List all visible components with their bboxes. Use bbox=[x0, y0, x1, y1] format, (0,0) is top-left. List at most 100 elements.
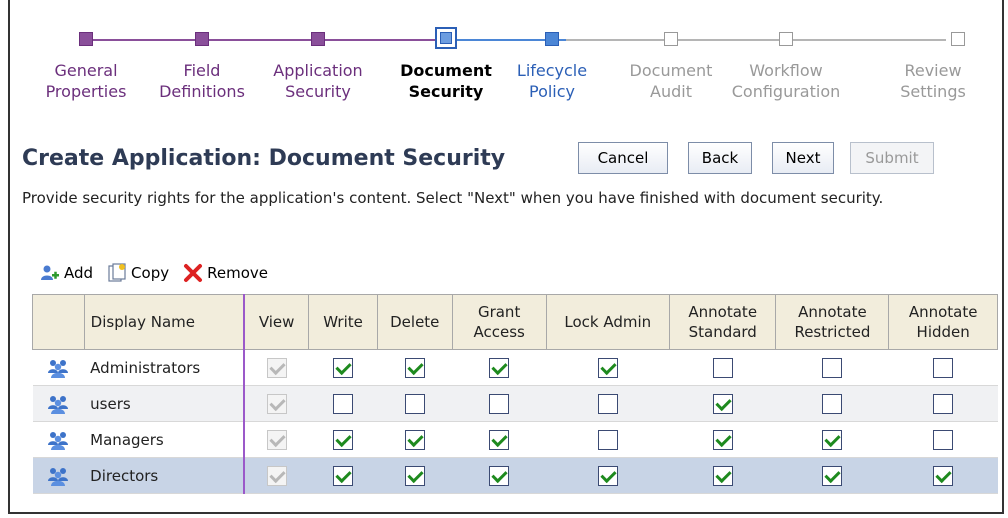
train-stop-label: Application Security bbox=[273, 61, 363, 101]
train-stop-label: Review Settings bbox=[900, 61, 966, 101]
permission-checkbox[interactable] bbox=[597, 465, 618, 486]
add-button[interactable]: Add bbox=[40, 263, 93, 283]
permission-cell bbox=[888, 421, 998, 458]
table-toolbar: Add Copy Remove bbox=[40, 262, 282, 284]
permission-checkbox[interactable] bbox=[933, 429, 954, 450]
table-row[interactable]: Managers bbox=[32, 421, 998, 458]
group-icon-cell bbox=[32, 457, 85, 494]
permission-checkbox bbox=[266, 429, 287, 450]
column-header-annotate-restricted[interactable]: Annotate Restricted bbox=[775, 294, 890, 350]
group-icon-cell bbox=[32, 349, 85, 386]
user-group-icon bbox=[48, 467, 69, 486]
permission-cell bbox=[308, 421, 378, 458]
permissions-table: Display Name View Write Delete Grant Acc… bbox=[32, 294, 998, 494]
column-header-grant-access[interactable]: Grant Access bbox=[451, 294, 547, 350]
permission-checkbox[interactable] bbox=[712, 429, 733, 450]
permission-checkbox[interactable] bbox=[597, 393, 618, 414]
permission-checkbox bbox=[266, 465, 287, 486]
display-name-cell: Directors bbox=[84, 457, 244, 494]
permission-checkbox[interactable] bbox=[404, 429, 425, 450]
train-stop-label: Workflow Configuration bbox=[731, 61, 841, 101]
table-row[interactable]: Administrators bbox=[32, 349, 998, 386]
permission-cell bbox=[377, 385, 453, 422]
permission-checkbox[interactable] bbox=[597, 429, 618, 450]
table-row[interactable]: users bbox=[32, 385, 998, 422]
permission-cell bbox=[775, 457, 889, 494]
permission-checkbox bbox=[266, 393, 287, 414]
permission-cell bbox=[669, 421, 776, 458]
permission-checkbox[interactable] bbox=[333, 465, 354, 486]
permission-checkbox[interactable] bbox=[489, 357, 510, 378]
user-group-icon bbox=[48, 359, 69, 378]
remove-x-icon bbox=[184, 264, 203, 282]
permission-cell bbox=[377, 421, 453, 458]
column-header-view[interactable]: View bbox=[242, 294, 310, 350]
cancel-button[interactable]: Cancel bbox=[578, 142, 668, 174]
page-title: Create Application: Document Security bbox=[22, 146, 506, 171]
permission-checkbox[interactable] bbox=[333, 357, 354, 378]
permission-cell bbox=[377, 349, 453, 386]
permission-cell bbox=[452, 385, 547, 422]
column-header-delete[interactable]: Delete bbox=[376, 294, 453, 350]
permission-checkbox[interactable] bbox=[489, 393, 510, 414]
train-marker-icon bbox=[664, 32, 678, 46]
column-header-annotate-standard[interactable]: Annotate Standard bbox=[668, 294, 777, 350]
permission-cell bbox=[242, 349, 309, 386]
permission-cell bbox=[546, 457, 670, 494]
remove-button[interactable]: Remove bbox=[183, 263, 268, 283]
train-marker-icon bbox=[545, 32, 559, 46]
display-name-cell: users bbox=[84, 385, 244, 422]
permission-checkbox[interactable] bbox=[597, 357, 618, 378]
permission-checkbox[interactable] bbox=[822, 393, 843, 414]
column-header-annotate-hidden[interactable]: Annotate Hidden bbox=[888, 294, 998, 350]
train-stop-label: General Properties bbox=[45, 61, 127, 101]
permission-checkbox[interactable] bbox=[404, 465, 425, 486]
permission-checkbox[interactable] bbox=[822, 429, 843, 450]
table-row[interactable]: Directors bbox=[32, 457, 998, 494]
permission-checkbox bbox=[266, 357, 287, 378]
train-stop-label: Document Security bbox=[400, 61, 492, 101]
permission-checkbox[interactable] bbox=[404, 393, 425, 414]
column-header-lock-admin[interactable]: Lock Admin bbox=[545, 294, 670, 350]
permission-checkbox[interactable] bbox=[404, 357, 425, 378]
permission-checkbox[interactable] bbox=[933, 357, 954, 378]
permission-cell bbox=[377, 457, 453, 494]
train-marker-icon bbox=[79, 32, 93, 46]
permission-checkbox[interactable] bbox=[822, 357, 843, 378]
column-header-display-name[interactable]: Display Name bbox=[83, 294, 245, 350]
add-user-icon bbox=[41, 265, 59, 280]
permission-cell bbox=[452, 421, 547, 458]
permission-cell bbox=[546, 421, 670, 458]
permission-cell bbox=[669, 385, 776, 422]
copy-label: Copy bbox=[131, 264, 170, 282]
permission-cell bbox=[452, 457, 547, 494]
permission-checkbox[interactable] bbox=[489, 429, 510, 450]
permission-checkbox[interactable] bbox=[933, 393, 954, 414]
column-header-write[interactable]: Write bbox=[308, 294, 378, 350]
back-button[interactable]: Back bbox=[688, 142, 752, 174]
permission-cell bbox=[669, 457, 776, 494]
permission-checkbox[interactable] bbox=[933, 465, 954, 486]
permission-cell bbox=[546, 349, 670, 386]
icon-column-header bbox=[32, 294, 85, 350]
table-header-row: Display Name View Write Delete Grant Acc… bbox=[32, 294, 998, 350]
permission-checkbox[interactable] bbox=[489, 465, 510, 486]
permission-checkbox[interactable] bbox=[822, 465, 843, 486]
permission-cell bbox=[775, 349, 889, 386]
train-stop-label: Lifecycle Policy bbox=[516, 61, 588, 101]
copy-button[interactable]: Copy bbox=[107, 263, 169, 283]
permission-cell bbox=[242, 457, 309, 494]
permission-cell bbox=[452, 349, 547, 386]
permission-checkbox[interactable] bbox=[712, 357, 733, 378]
next-button[interactable]: Next bbox=[772, 142, 834, 174]
permission-cell bbox=[888, 349, 998, 386]
display-name-cell: Managers bbox=[84, 421, 244, 458]
wizard-train: General Properties Field Definitions App… bbox=[26, 26, 986, 126]
train-line-todo bbox=[566, 39, 946, 41]
permission-cell bbox=[775, 385, 889, 422]
permission-checkbox[interactable] bbox=[333, 393, 354, 414]
display-name-cell: Administrators bbox=[84, 349, 244, 386]
permission-checkbox[interactable] bbox=[712, 393, 733, 414]
permission-checkbox[interactable] bbox=[712, 465, 733, 486]
permission-checkbox[interactable] bbox=[333, 429, 354, 450]
